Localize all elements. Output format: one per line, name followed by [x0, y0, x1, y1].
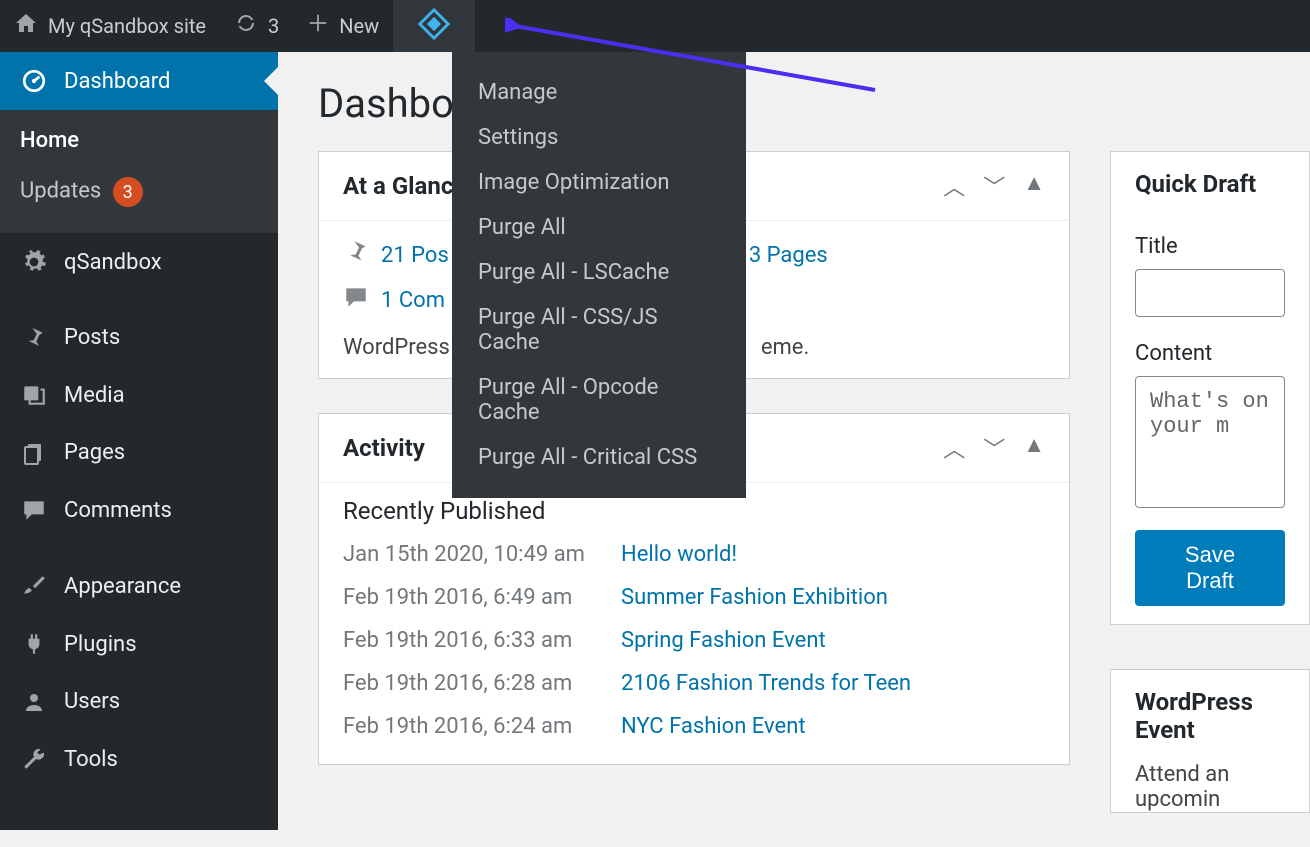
post-link[interactable]: Summer Fashion Exhibition: [621, 585, 888, 610]
sidebar-item-appearance[interactable]: Appearance: [0, 557, 278, 615]
post-link[interactable]: 2106 Fashion Trends for Teen: [621, 671, 911, 696]
site-switcher[interactable]: My qSandbox site: [0, 0, 220, 52]
updates-badge: 3: [113, 177, 143, 207]
activity-row: Feb 19th 2016, 6:33 amSpring Fashion Eve…: [343, 619, 1045, 662]
activity-list: Jan 15th 2020, 10:49 amHello world! Feb …: [319, 533, 1069, 764]
dashboard-icon: [20, 68, 48, 94]
triangle-up-icon[interactable]: ▲: [1023, 432, 1045, 464]
litespeed-icon: [417, 7, 451, 46]
postbox-quickdraft: Quick Draft Title Content Save Draft: [1110, 151, 1310, 625]
sidebar-item-qsandbox[interactable]: qSandbox: [0, 233, 278, 291]
post-link[interactable]: Hello world!: [621, 542, 737, 567]
sidebar-label: Pages: [64, 440, 125, 465]
dd-purge-cssjs[interactable]: Purge All - CSS/JS Cache: [452, 295, 746, 365]
gear-icon: [20, 249, 48, 275]
postbox-events: WordPress Event Attend an upcomin: [1110, 669, 1310, 813]
pin-icon: [343, 239, 369, 272]
qd-content-textarea[interactable]: [1135, 376, 1285, 508]
refresh-icon: [234, 11, 258, 41]
chevron-down-icon[interactable]: ﹀: [983, 170, 1005, 202]
activity-row: Feb 19th 2016, 6:24 amNYC Fashion Event: [343, 705, 1045, 748]
activity-row: Jan 15th 2020, 10:49 amHello world!: [343, 533, 1045, 576]
post-link[interactable]: Spring Fashion Event: [621, 628, 826, 653]
plug-icon: [20, 631, 48, 657]
sidebar-sub-home[interactable]: Home: [0, 116, 278, 165]
user-icon: [20, 690, 48, 714]
updates-indicator[interactable]: 3: [220, 0, 293, 52]
sidebar-item-media[interactable]: Media: [0, 366, 278, 424]
sidebar-item-posts[interactable]: Posts: [0, 309, 278, 366]
qd-title-label: Title: [1135, 234, 1285, 259]
dd-purge-all[interactable]: Purge All: [452, 205, 746, 250]
plus-icon: [307, 12, 329, 40]
sidebar-label: Users: [64, 689, 120, 714]
brush-icon: [20, 573, 48, 599]
events-heading: WordPress Event: [1135, 688, 1285, 744]
post-link[interactable]: NYC Fashion Event: [621, 714, 806, 739]
sidebar-sub-updates[interactable]: Updates 3: [0, 165, 278, 219]
comment-icon: [20, 497, 48, 523]
chevron-down-icon[interactable]: ﹀: [983, 432, 1005, 464]
new-label: New: [339, 14, 379, 38]
sidebar-label: Posts: [64, 325, 120, 350]
home-icon: [14, 11, 38, 41]
admin-sidebar: Dashboard Home Updates 3 qSandbox Posts …: [0, 52, 278, 830]
sidebar-label: Appearance: [64, 574, 181, 599]
save-draft-button[interactable]: Save Draft: [1135, 530, 1285, 606]
site-name: My qSandbox site: [48, 14, 206, 38]
qd-title-input[interactable]: [1135, 269, 1285, 317]
pin-icon: [20, 326, 48, 350]
activity-row: Feb 19th 2016, 6:28 am2106 Fashion Trend…: [343, 662, 1045, 705]
sidebar-label: qSandbox: [64, 250, 162, 275]
new-content[interactable]: New: [293, 0, 393, 52]
sidebar-label: Dashboard: [64, 69, 170, 94]
admin-bar: My qSandbox site 3 New: [0, 0, 1310, 52]
chevron-up-icon[interactable]: ︿: [943, 432, 965, 464]
comment-icon: [343, 284, 369, 317]
updates-count: 3: [268, 14, 279, 38]
dd-purge-opcode[interactable]: Purge All - Opcode Cache: [452, 365, 746, 435]
quickdraft-heading: Quick Draft: [1135, 170, 1256, 198]
media-icon: [20, 382, 48, 408]
glance-comments[interactable]: 1 Com: [343, 284, 445, 317]
postbox-header: Quick Draft: [1111, 152, 1309, 216]
sidebar-item-pages[interactable]: Pages: [0, 424, 278, 481]
glance-heading: At a Glanc: [343, 172, 453, 200]
postbox-header: WordPress Event: [1111, 670, 1309, 762]
main-content: Dashbo At a Glanc ︿ ﹀ ▲: [278, 52, 1310, 830]
dd-purge-criticalcss[interactable]: Purge All - Critical CSS: [452, 435, 746, 480]
sidebar-label: Comments: [64, 498, 172, 523]
activity-row: Feb 19th 2016, 6:49 amSummer Fashion Exh…: [343, 576, 1045, 619]
dd-manage[interactable]: Manage: [452, 70, 746, 115]
sidebar-item-tools[interactable]: Tools: [0, 730, 278, 788]
sidebar-label: Media: [64, 383, 125, 408]
litespeed-dropdown: Manage Settings Image Optimization Purge…: [452, 52, 746, 498]
dd-purge-lscache[interactable]: Purge All - LSCache: [452, 250, 746, 295]
dd-image-optimization[interactable]: Image Optimization: [452, 160, 746, 205]
sidebar-label: Plugins: [64, 632, 137, 657]
activity-heading: Activity: [343, 434, 425, 462]
sidebar-item-dashboard[interactable]: Dashboard: [0, 52, 278, 110]
glance-posts[interactable]: 21 Pos: [343, 239, 449, 272]
sidebar-label: Tools: [64, 747, 118, 772]
dd-settings[interactable]: Settings: [452, 115, 746, 160]
qd-content-label: Content: [1135, 341, 1285, 366]
sidebar-item-users[interactable]: Users: [0, 673, 278, 730]
sidebar-item-comments[interactable]: Comments: [0, 481, 278, 539]
litespeed-menu-trigger[interactable]: [393, 0, 475, 52]
chevron-up-icon[interactable]: ︿: [943, 170, 965, 202]
wrench-icon: [20, 746, 48, 772]
sidebar-submenu: Home Updates 3: [0, 110, 278, 233]
triangle-up-icon[interactable]: ▲: [1023, 170, 1045, 202]
pages-icon: [20, 441, 48, 465]
sidebar-item-plugins[interactable]: Plugins: [0, 615, 278, 673]
events-text: Attend an upcomin: [1111, 762, 1309, 812]
glance-pages[interactable]: 3 Pages: [749, 239, 828, 272]
